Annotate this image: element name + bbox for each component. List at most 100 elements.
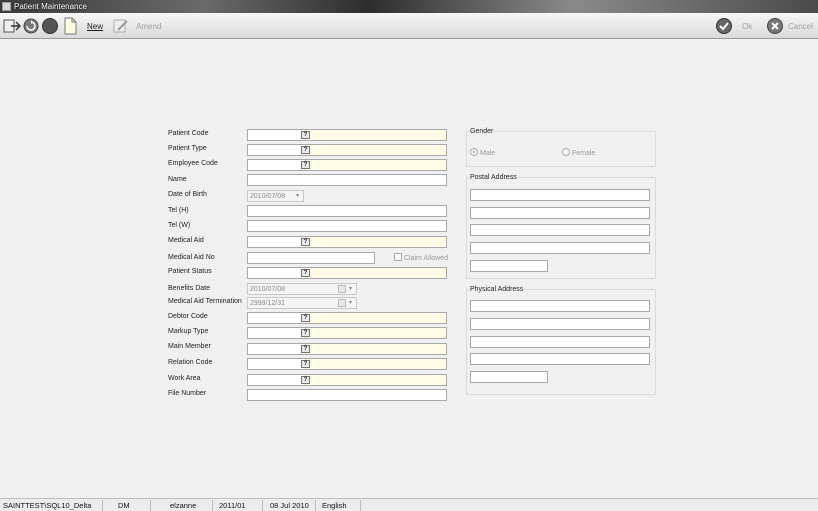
status-server: SAINTTEST\SQL10_Delta bbox=[3, 501, 92, 510]
debtor-code-label: Debtor Code bbox=[168, 313, 208, 320]
male-label: Male bbox=[480, 150, 496, 157]
status-divider bbox=[315, 500, 316, 511]
patient-code-lookup-button[interactable]: ? bbox=[301, 131, 310, 139]
patient-code-field[interactable]: ? bbox=[247, 129, 447, 141]
work-area-lookup-button[interactable]: ? bbox=[301, 376, 310, 384]
female-label: Female bbox=[572, 150, 596, 157]
postal-code-input[interactable] bbox=[470, 260, 548, 272]
physical-address-title: Physical Address bbox=[469, 286, 525, 293]
name-label: Name bbox=[168, 176, 187, 183]
claim-allowed-label: Claim Allowed bbox=[404, 255, 448, 262]
postal-line-2-input[interactable] bbox=[470, 207, 650, 219]
medical-aid-lookup-button[interactable]: ? bbox=[301, 238, 310, 246]
amend-icon bbox=[112, 17, 130, 35]
markup-type-lookup-button[interactable]: ? bbox=[301, 329, 310, 337]
physical-line-4-input[interactable] bbox=[470, 353, 650, 365]
calendar-icon bbox=[338, 299, 346, 307]
debtor-code-lookup-button[interactable]: ? bbox=[301, 314, 310, 322]
postal-line-1-input[interactable] bbox=[470, 189, 650, 201]
calendar-icon bbox=[338, 285, 346, 293]
status-module: DM bbox=[118, 501, 130, 510]
status-period: 2011/01 bbox=[219, 501, 246, 510]
patient-code-label: Patient Code bbox=[168, 130, 209, 137]
physical-line-2-input[interactable] bbox=[470, 318, 650, 330]
new-button[interactable]: New bbox=[87, 22, 103, 31]
amend-button: Amend bbox=[136, 22, 162, 31]
status-divider bbox=[360, 500, 361, 511]
file-number-label: File Number bbox=[168, 390, 207, 397]
refresh-icon[interactable] bbox=[22, 17, 40, 35]
physical-line-3-input[interactable] bbox=[470, 336, 650, 348]
file-number-input[interactable] bbox=[247, 389, 447, 401]
ok-check-icon bbox=[715, 17, 733, 35]
app-icon bbox=[2, 2, 11, 11]
patient-status-lookup-button[interactable]: ? bbox=[301, 269, 310, 277]
work-area-field[interactable]: ? bbox=[247, 374, 447, 386]
markup-type-field[interactable]: ? bbox=[247, 327, 447, 339]
cancel-button: Cancel bbox=[788, 22, 813, 31]
patient-type-lookup-button[interactable]: ? bbox=[301, 146, 310, 154]
dob-picker[interactable]: 2010/07/08 ▾ bbox=[247, 190, 304, 202]
dob-label: Date of Birth bbox=[168, 191, 207, 198]
male-radio: Male bbox=[470, 148, 495, 157]
benefits-date-label: Benefits Date bbox=[168, 285, 211, 292]
employee-code-lookup-button[interactable]: ? bbox=[301, 161, 310, 169]
patient-status-field[interactable]: ? bbox=[247, 267, 447, 279]
termination-value: 2999/12/31 bbox=[250, 300, 286, 307]
tel-h-label: Tel (H) bbox=[168, 207, 189, 214]
title-bar: Patient Maintenance bbox=[0, 0, 818, 13]
postal-line-4-input[interactable] bbox=[470, 242, 650, 254]
claim-allowed-checkbox: Claim Allowed bbox=[394, 253, 448, 262]
benefits-date-value: 2010/07/08 bbox=[250, 286, 286, 293]
status-user: elzanne bbox=[170, 501, 197, 510]
debtor-code-field[interactable]: ? bbox=[247, 312, 447, 324]
status-divider bbox=[262, 500, 263, 511]
markup-type-label: Markup Type bbox=[168, 328, 209, 335]
status-divider bbox=[212, 500, 213, 511]
stop-icon[interactable] bbox=[41, 17, 59, 35]
status-divider bbox=[150, 500, 151, 511]
medical-aid-no-input[interactable] bbox=[247, 252, 375, 264]
gender-title: Gender bbox=[469, 128, 495, 135]
tel-h-input[interactable] bbox=[247, 205, 447, 217]
physical-code-input[interactable] bbox=[470, 371, 548, 383]
work-area-label: Work Area bbox=[168, 375, 201, 382]
status-bar: SAINTTEST\SQL10_Delta DM elzanne 2011/01… bbox=[0, 498, 818, 511]
new-document-icon[interactable] bbox=[63, 17, 77, 35]
chevron-down-icon[interactable]: ▾ bbox=[293, 192, 302, 200]
medical-aid-field[interactable]: ? bbox=[247, 236, 447, 248]
relation-code-field[interactable]: ? bbox=[247, 358, 447, 370]
termination-label: Medical Aid Termination bbox=[168, 298, 242, 305]
postal-address-title: Postal Address bbox=[469, 174, 518, 181]
termination-date-picker: 2999/12/31 ▾ bbox=[247, 297, 357, 309]
tel-w-input[interactable] bbox=[247, 220, 447, 232]
status-language: English bbox=[322, 501, 347, 510]
name-input[interactable] bbox=[247, 174, 447, 186]
relation-code-label: Relation Code bbox=[168, 359, 213, 366]
chevron-down-icon: ▾ bbox=[348, 286, 352, 292]
employee-code-field[interactable]: ? bbox=[247, 159, 447, 171]
cancel-icon bbox=[766, 17, 784, 35]
physical-line-1-input[interactable] bbox=[470, 300, 650, 312]
relation-code-lookup-button[interactable]: ? bbox=[301, 360, 310, 368]
radio-icon bbox=[562, 148, 570, 156]
patient-type-label: Patient Type bbox=[168, 145, 207, 152]
toolbar: New Amend Ok Cancel bbox=[0, 13, 818, 39]
employee-code-label: Employee Code bbox=[168, 160, 218, 167]
exit-icon[interactable] bbox=[3, 17, 21, 35]
patient-type-field[interactable]: ? bbox=[247, 144, 447, 156]
postal-line-3-input[interactable] bbox=[470, 224, 650, 236]
status-divider bbox=[102, 500, 103, 511]
female-radio: Female bbox=[562, 148, 595, 157]
dob-value: 2010/07/08 bbox=[250, 193, 286, 200]
chevron-down-icon: ▾ bbox=[348, 300, 352, 306]
main-member-lookup-button[interactable]: ? bbox=[301, 345, 310, 353]
main-member-field[interactable]: ? bbox=[247, 343, 447, 355]
tel-w-label: Tel (W) bbox=[168, 222, 191, 229]
checkbox-icon bbox=[394, 253, 402, 261]
medical-aid-no-label: Medical Aid No bbox=[168, 254, 215, 261]
window-title: Patient Maintenance bbox=[14, 2, 87, 11]
status-date: 08 Jul 2010 bbox=[270, 501, 309, 510]
patient-status-label: Patient Status bbox=[168, 268, 212, 275]
medical-aid-label: Medical Aid bbox=[168, 237, 204, 244]
